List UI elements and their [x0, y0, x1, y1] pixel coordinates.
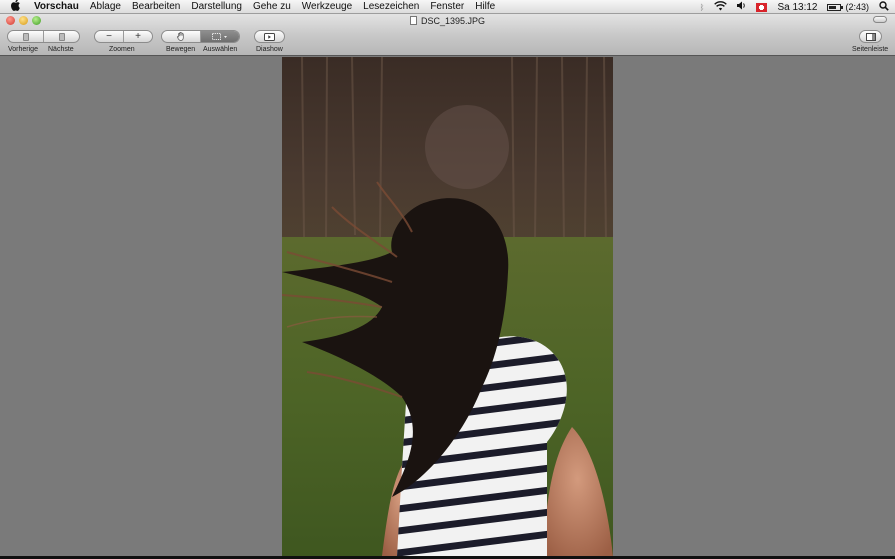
next-page-icon — [58, 32, 65, 41]
wifi-icon[interactable] — [714, 0, 728, 14]
tool-mode-control — [161, 30, 240, 43]
battery-level — [829, 5, 837, 9]
toolbar-toggle-button[interactable] — [873, 16, 887, 23]
menu-ablage[interactable]: Ablage — [90, 0, 121, 14]
slideshow-play[interactable] — [255, 31, 284, 42]
menu-werkzeuge[interactable]: Werkzeuge — [302, 0, 352, 14]
prev-next-control — [7, 30, 80, 43]
select-tool-button[interactable] — [201, 31, 239, 42]
next-label: Nächste — [48, 46, 74, 53]
sidebar-button[interactable] — [859, 30, 882, 43]
menu-extras: ᛒ Sa 13:12 (2:43) — [700, 0, 889, 14]
menu-app-name[interactable]: Vorschau — [34, 0, 79, 14]
previous-label: Vorherige — [8, 46, 38, 53]
zoom-out-button[interactable]: − — [95, 31, 124, 42]
photo-dsc-1395[interactable] — [282, 57, 613, 556]
selection-grid-icon — [212, 33, 227, 40]
zoom-in-button[interactable]: + — [124, 31, 152, 42]
move-label: Bewegen — [166, 46, 196, 53]
previous-page-icon — [22, 32, 29, 41]
sidebar-toggle[interactable] — [860, 31, 881, 42]
bluetooth-icon[interactable]: ᛒ — [700, 3, 705, 12]
sidebar-label: Seitenleiste — [852, 46, 889, 53]
menu-gehe-zu[interactable]: Gehe zu — [253, 0, 291, 14]
battery-time: (2:43) — [845, 2, 869, 12]
move-tool-button[interactable] — [162, 31, 201, 42]
apple-logo-icon[interactable] — [11, 0, 25, 15]
window-title: DSC_1395.JPG — [0, 15, 895, 27]
select-label: Auswählen — [203, 46, 238, 53]
menu-hilfe[interactable]: Hilfe — [475, 0, 495, 14]
menu-bearbeiten[interactable]: Bearbeiten — [132, 0, 180, 14]
menu-fenster[interactable]: Fenster — [430, 0, 464, 14]
battery-icon — [827, 3, 844, 11]
zoom-label: Zoomen — [109, 46, 135, 53]
previous-button[interactable] — [8, 31, 44, 42]
spotlight-search-icon[interactable] — [879, 0, 889, 14]
hand-icon — [177, 32, 184, 41]
sidebar-icon — [865, 32, 876, 41]
next-button[interactable] — [44, 31, 79, 42]
document-icon — [409, 16, 417, 25]
window-toolbar: DSC_1395.JPG Vorherige Nächste − + Zoome… — [0, 14, 895, 56]
slideshow-icon — [264, 32, 275, 41]
menu-bar: Vorschau Ablage Bearbeiten Darstellung G… — [0, 0, 895, 14]
photo-illustration — [282, 57, 613, 556]
menu-lesezeichen[interactable]: Lesezeichen — [363, 0, 419, 14]
swiss-flag-icon[interactable] — [756, 2, 768, 12]
volume-icon[interactable] — [737, 1, 746, 13]
zoom-control: − + — [94, 30, 153, 43]
clock[interactable]: Sa 13:12 — [777, 2, 817, 13]
document-filename: DSC_1395.JPG — [420, 16, 486, 26]
menu-darstellung[interactable]: Darstellung — [191, 0, 242, 14]
slideshow-label: Diashow — [256, 46, 283, 53]
battery-status[interactable]: (2:43) — [827, 2, 869, 12]
image-viewer[interactable] — [0, 57, 895, 556]
slideshow-button[interactable] — [254, 30, 285, 43]
